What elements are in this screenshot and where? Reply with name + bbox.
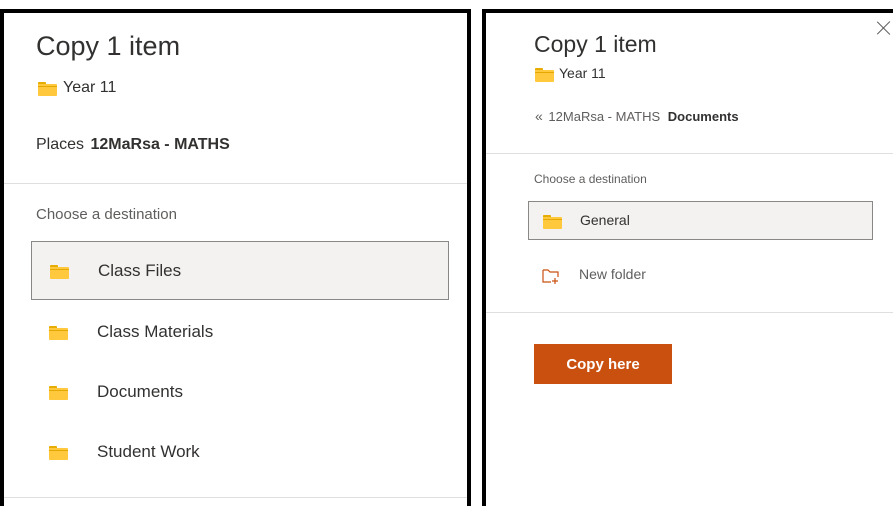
breadcrumb-parent[interactable]: 12MaRsa - MATHS <box>548 109 660 124</box>
divider <box>4 497 467 498</box>
destination-item-class-files[interactable]: Class Files <box>31 241 449 300</box>
new-folder-icon <box>542 269 559 284</box>
folder-icon <box>49 386 68 400</box>
close-icon[interactable] <box>877 21 891 35</box>
choose-destination-label: Choose a destination <box>36 206 177 223</box>
folder-icon <box>49 446 68 460</box>
copy-dialog-right: Copy 1 item Year 11 « 12MaRsa - MATHS Do… <box>482 9 893 506</box>
folder-icon <box>535 68 554 82</box>
places-breadcrumb: Places 12MaRsa - MATHS <box>36 136 230 154</box>
divider <box>486 153 893 154</box>
double-chevron-left-icon[interactable]: « <box>535 108 543 124</box>
destination-item-label: Documents <box>97 382 183 401</box>
destination-item-label: Class Files <box>98 261 182 280</box>
destination-item-documents[interactable]: Documents <box>31 363 449 421</box>
breadcrumb-current: Documents <box>667 109 739 124</box>
divider <box>4 183 467 184</box>
source-folder-name: Year 11 <box>559 65 606 81</box>
places-label: Places <box>36 136 85 153</box>
copy-here-button[interactable]: Copy here <box>534 344 672 384</box>
destination-item-label: General <box>580 212 630 228</box>
new-folder-button[interactable]: New folder <box>528 258 873 294</box>
dialog-title: Copy 1 item <box>36 31 181 61</box>
destination-item-student-work[interactable]: Student Work <box>31 423 449 481</box>
divider <box>486 312 893 313</box>
dialog-title: Copy 1 item <box>534 31 657 57</box>
folder-icon <box>49 326 68 340</box>
new-folder-label: New folder <box>579 266 646 282</box>
destination-item-general[interactable]: General <box>528 201 873 240</box>
folder-icon <box>38 82 57 96</box>
folder-icon <box>50 265 69 279</box>
breadcrumb: « 12MaRsa - MATHS Documents <box>535 108 739 124</box>
destination-item-label: Class Materials <box>97 322 214 341</box>
destination-item-class-materials[interactable]: Class Materials <box>31 303 449 361</box>
copy-dialog-left: Copy 1 item Year 11 Places 12MaRsa - MAT… <box>0 9 471 506</box>
source-folder-name: Year 11 <box>63 79 117 96</box>
places-value[interactable]: 12MaRsa - MATHS <box>90 136 229 153</box>
destination-item-label: Student Work <box>97 442 200 461</box>
choose-destination-label: Choose a destination <box>534 172 647 186</box>
folder-icon <box>543 215 562 229</box>
